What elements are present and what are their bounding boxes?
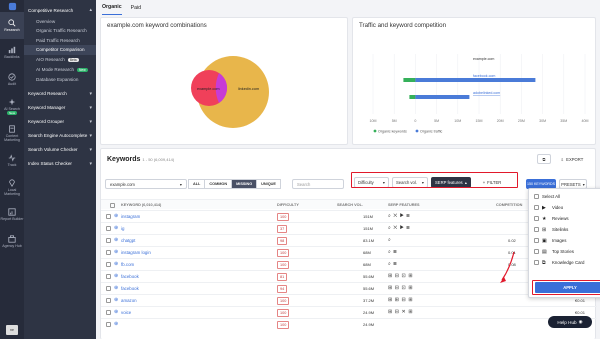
rail-item-audit[interactable]: Audit [0,66,24,93]
status-badge: New [77,68,88,73]
sidebar-sub-label: AI Mode Research [36,67,75,73]
rail-item-research[interactable]: Research [0,12,24,39]
rail-label: Content Marketing [4,134,20,142]
sidebar-sub-label: Overview [36,19,56,24]
rail-label: Research [4,28,20,32]
sidebar-sub-item[interactable]: Overview [24,17,96,26]
sidebar-sub-label: Paid Traffic Research [36,37,80,43]
sidebar-sub-item[interactable]: AIO Research Beta [24,55,96,65]
app-logo[interactable] [0,0,24,12]
rail-item-agency-hub[interactable]: Agency Hub [0,228,24,255]
status-badge: Beta [67,57,79,62]
icon-rail: Research Backlinks Audit AI Search New Conten… [0,0,24,339]
ai-icon [8,98,16,106]
sidebar-section-5[interactable]: Search Volume Checker ▾ [24,145,96,155]
pin-icon [9,179,15,187]
rail-item-local-marketing[interactable]: Local Marketing [0,174,24,201]
sidebar-section-1[interactable]: Keyword Research ▾ [24,89,96,99]
rail-item-content-marketing[interactable]: Content Marketing [0,120,24,147]
chevron-down-icon: ▾ [89,104,92,111]
rail-label: Agency Hub [2,244,22,248]
sidebar-sub-item[interactable]: AI Mode Research New [24,65,96,75]
chart-icon [8,46,16,54]
sidebar-sub-label: Database Expansion [36,77,79,83]
sidebar-section-4[interactable]: Search Engine Autocomplete ▾ [24,131,96,141]
sidebar: Competitive Research ▴ Overview Organic Tra… [24,0,96,339]
chevron-up-icon: ▴ [89,7,92,13]
main-area: Organic Paid example.com keyword combina… [96,0,600,339]
sidebar-sub-item[interactable]: Competitor Comparison [24,45,96,55]
sidebar-section-label: Competitive Research [28,7,74,13]
agency-icon [8,235,16,243]
rail-label: Audit [7,82,17,86]
sidebar-sub-item[interactable]: Paid Traffic Research [24,36,96,45]
check-icon [8,73,16,81]
sidebar-sub-item[interactable]: Organic Traffic Research [24,26,96,35]
doc-icon [9,125,15,133]
sidebar-section-label: Search Volume Checker [28,147,78,153]
chevron-down-icon: ▾ [89,146,92,153]
rail-item-ai-search[interactable]: AI Search New [0,93,24,120]
chat-icon: ◉ [578,319,583,324]
sidebar-section-label: Index Status Checker [28,161,72,167]
sidebar-section-0[interactable]: Competitive Research ▴ [24,3,96,17]
sidebar-sub-label: Competitor Comparison [36,47,85,53]
rail-item-report-builder[interactable]: Report Builder [0,201,24,228]
sidebar-sub-label: AIO Research [36,56,65,62]
rail-label: Track [7,163,17,167]
rail-item-backlinks[interactable]: Backlinks [0,39,24,66]
chevron-down-icon: ▾ [89,90,92,97]
new-badge: New [6,111,17,115]
rail-label: Report Builder [0,217,24,221]
user-avatar[interactable]: ne [6,325,18,335]
annotation-arrow [500,251,515,283]
sidebar-section-label: Keyword Research [28,91,67,97]
sidebar-sub-item[interactable]: Database Expansion [24,75,96,84]
sidebar-section-label: Keyword Grouper [28,119,65,125]
chevron-down-icon: ▾ [89,118,92,125]
rail-label: Backlinks [4,55,20,59]
sidebar-sub-label: Organic Traffic Research [36,28,87,34]
rail-label: Local Marketing [4,188,20,196]
sidebar-section-2[interactable]: Keyword Manager ▾ [24,103,96,113]
report-icon [8,208,16,216]
pulse-icon [8,154,16,162]
sidebar-section-3[interactable]: Keyword Grouper ▾ [24,117,96,127]
help-hub-button[interactable]: Help Hub ◉ [548,316,592,328]
sidebar-section-6[interactable]: Index Status Checker ▾ [24,159,96,169]
sidebar-section-label: Search Engine Autocomplete [28,133,88,139]
rail-item-track[interactable]: Track [0,147,24,174]
search-icon [8,19,16,27]
sidebar-section-label: Keyword Manager [28,105,66,111]
chevron-down-icon: ▾ [89,160,92,167]
help-label: Help Hub [557,319,577,325]
chevron-down-icon: ▾ [89,132,92,139]
